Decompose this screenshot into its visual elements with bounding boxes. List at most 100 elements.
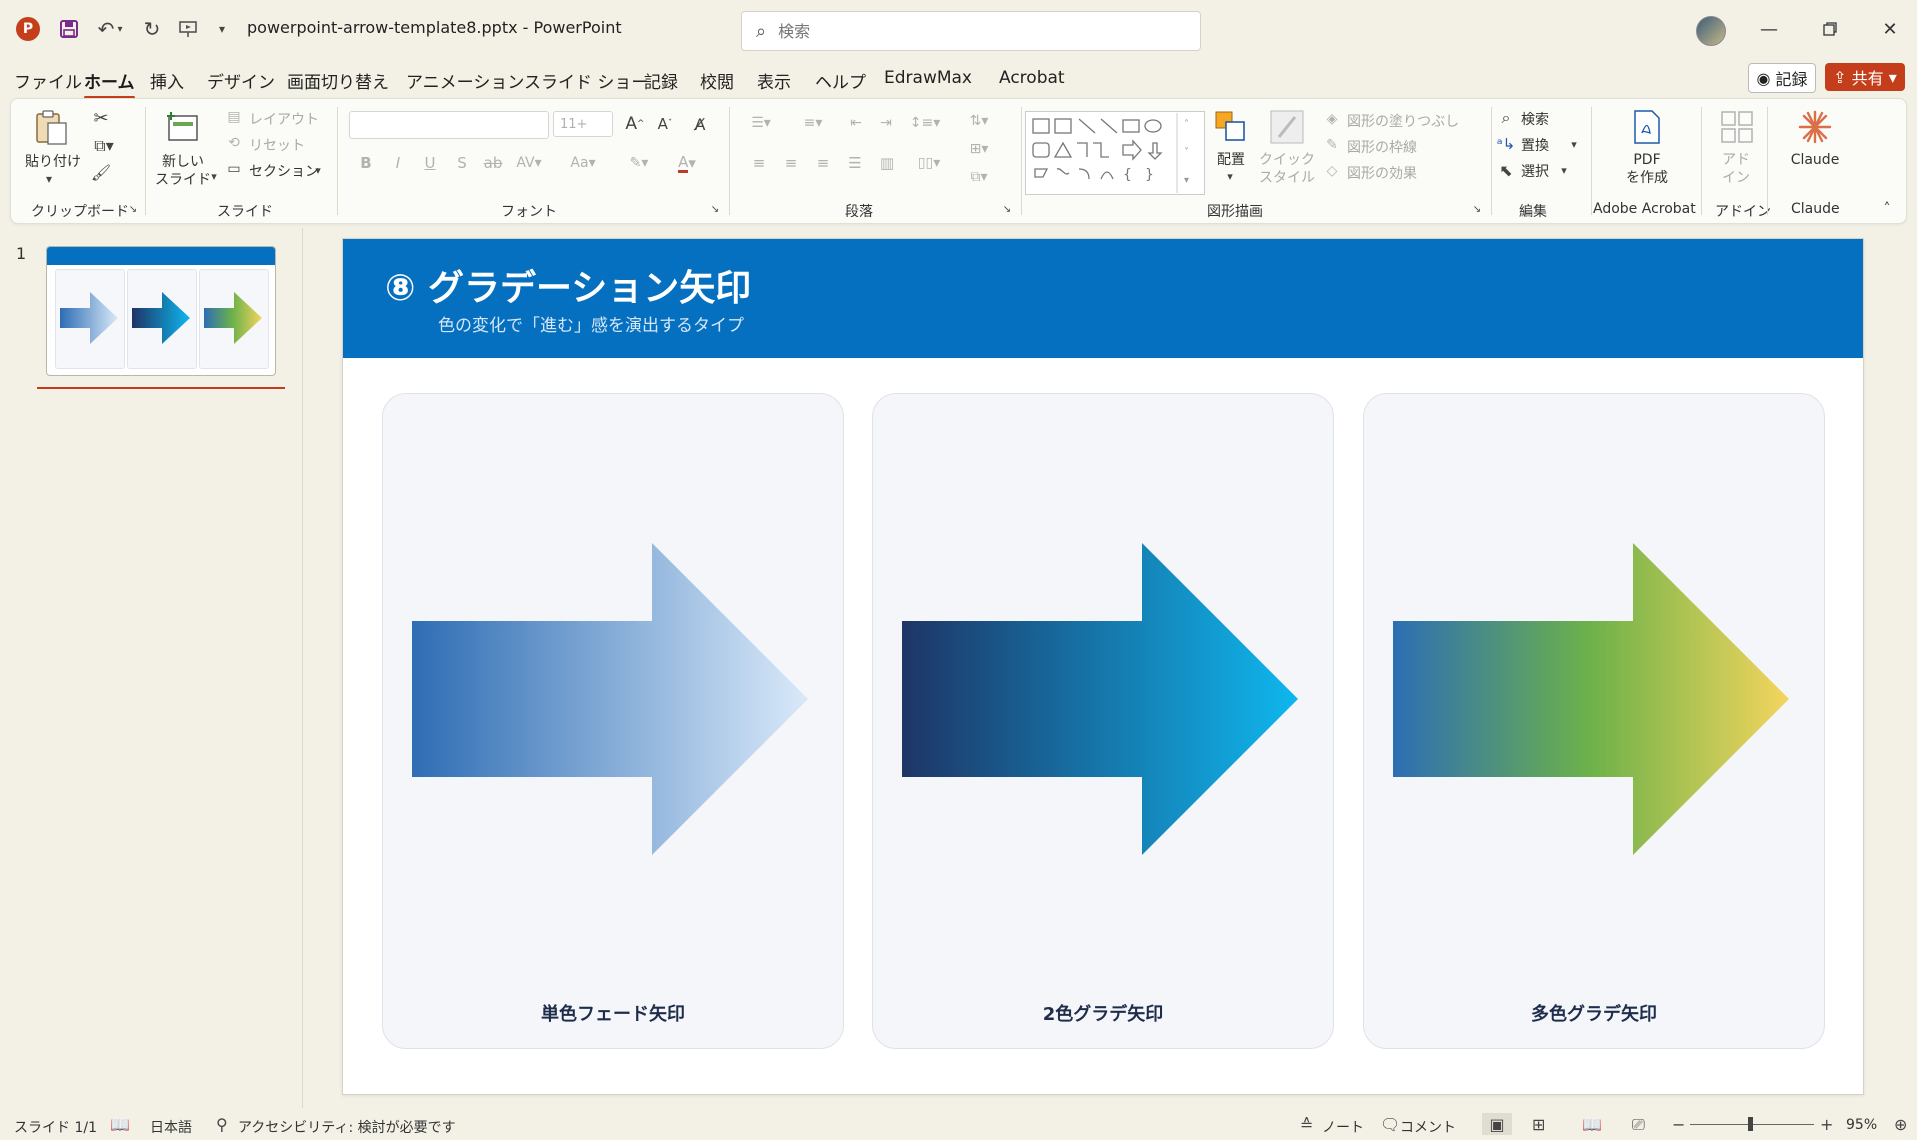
new-slide-dropdown-icon[interactable]: ▾ (207, 169, 221, 183)
slide-canvas[interactable]: ⑧ グラデーション矢印 色の変化で「進む」感を演出するタイプ 単色フェード矢印 … (342, 238, 1864, 1095)
slideshow-view-icon[interactable]: ⎚ (1632, 1115, 1645, 1135)
paste-button[interactable]: 貼り付け (25, 153, 81, 171)
accessibility-icon[interactable]: ⚲ (216, 1115, 228, 1134)
card-single-fade[interactable]: 単色フェード矢印 (382, 393, 844, 1049)
addins-button[interactable]: アド イン (1711, 151, 1761, 187)
avatar[interactable] (1696, 16, 1726, 46)
card-label[interactable]: 多色グラデ矢印 (1364, 1000, 1824, 1026)
replace-dropdown-icon[interactable]: ▾ (1567, 135, 1581, 153)
underline-icon[interactable]: U (419, 151, 441, 175)
columns-icon[interactable]: ▯▯▾ (909, 151, 949, 175)
dialog-launcher-icon[interactable]: ↘ (709, 203, 721, 215)
clear-format-icon[interactable]: A̸ (687, 111, 713, 137)
notes-icon[interactable]: ≙ (1300, 1115, 1313, 1134)
new-slide-button[interactable]: 新しい スライド (151, 153, 215, 189)
two-color-arrow[interactable] (902, 543, 1306, 855)
section-icon[interactable]: ▭ (223, 159, 245, 179)
increase-indent-icon[interactable]: ⇥ (873, 111, 899, 135)
shape-fill-button[interactable]: 図形の塗りつぶし (1347, 111, 1459, 131)
grow-font-icon[interactable]: A ^ (623, 111, 647, 137)
zoom-out-icon[interactable]: − (1672, 1115, 1685, 1134)
present-from-start-icon[interactable] (174, 15, 202, 43)
tab-transitions[interactable]: 画面切り替え (287, 68, 389, 93)
shape-effects-icon[interactable]: ◇ (1321, 161, 1343, 181)
comments-button[interactable]: コメント (1400, 1117, 1456, 1137)
zoom-level[interactable]: 95% (1846, 1117, 1877, 1133)
select-dropdown-icon[interactable]: ▾ (1557, 161, 1571, 179)
create-pdf-icon[interactable] (1627, 107, 1667, 147)
redo-icon[interactable]: ↻ (138, 15, 166, 43)
tab-record[interactable]: 記録 (644, 68, 678, 93)
line-spacing-icon[interactable]: ↕≡▾ (905, 111, 945, 135)
slide-counter[interactable]: スライド 1/1 (14, 1117, 97, 1137)
new-slide-icon[interactable] (163, 107, 203, 147)
record-button[interactable]: ◉ 記録 (1748, 63, 1816, 93)
character-spacing-icon[interactable]: AV▾ (511, 151, 547, 175)
slide-subtitle[interactable]: 色の変化で「進む」感を演出するタイプ (438, 311, 744, 336)
paste-dropdown-icon[interactable]: ▾ (39, 171, 59, 187)
notes-button[interactable]: ノート (1322, 1117, 1364, 1137)
find-button[interactable]: 検索 (1521, 109, 1549, 129)
minimize-icon[interactable]: — (1749, 14, 1789, 44)
language-status[interactable]: 日本語 (150, 1117, 192, 1137)
fit-to-window-icon[interactable]: ⊕ (1894, 1115, 1907, 1134)
customize-toolbar-icon[interactable]: ▾ (212, 15, 232, 43)
accessibility-status[interactable]: アクセシビリティ: 検討が必要です (238, 1117, 456, 1137)
justify-icon[interactable]: ☰ (843, 151, 867, 175)
addins-icon[interactable] (1717, 107, 1757, 147)
tab-acrobat[interactable]: Acrobat (999, 68, 1065, 88)
tab-animations[interactable]: アニメーション (406, 68, 524, 93)
card-multi-color[interactable]: 多色グラデ矢印 (1363, 393, 1825, 1049)
slide-title[interactable]: ⑧ グラデーション矢印 (385, 259, 751, 311)
comments-icon[interactable]: 🗨 (1380, 1115, 1400, 1134)
claude-button[interactable]: Claude (1785, 151, 1845, 169)
tab-edrawmax[interactable]: EdrawMax (884, 68, 972, 88)
align-center-icon[interactable]: ≡ (779, 151, 803, 175)
claude-icon[interactable] (1795, 107, 1835, 147)
smartart-icon[interactable]: ⧉▾ (959, 165, 999, 189)
quick-style-icon[interactable] (1267, 107, 1307, 147)
close-icon[interactable]: ✕ (1870, 14, 1910, 44)
card-two-color[interactable]: 2色グラデ矢印 (872, 393, 1334, 1049)
multi-color-arrow[interactable] (1393, 543, 1797, 855)
find-icon[interactable]: ⌕ (1495, 107, 1517, 129)
font-color-icon[interactable]: A ▾ (667, 151, 707, 175)
dialog-launcher-icon[interactable]: ↘ (1001, 203, 1013, 215)
reading-view-icon[interactable]: 📖 (1582, 1115, 1602, 1134)
normal-view-icon[interactable]: ▣ (1482, 1113, 1512, 1135)
layout-icon[interactable]: ▤ (223, 107, 245, 127)
tab-file[interactable]: ファイル (14, 68, 82, 93)
arrange-icon[interactable] (1211, 107, 1251, 147)
tab-slideshow[interactable]: スライド ショー (524, 68, 648, 93)
align-text-icon[interactable]: ⊞▾ (959, 137, 999, 161)
zoom-slider-handle[interactable] (1748, 1117, 1753, 1131)
shadow-icon[interactable]: S (451, 151, 473, 175)
tab-view[interactable]: 表示 (757, 68, 791, 93)
undo-dropdown-icon[interactable]: ▾ (113, 15, 127, 43)
cut-icon[interactable]: ✂ (89, 107, 113, 129)
font-name-combo[interactable] (349, 111, 549, 139)
align-left-icon[interactable]: ≡ (747, 151, 771, 175)
shape-outline-icon[interactable]: ✎ (1321, 135, 1343, 155)
shapes-gallery[interactable]: {} ˄ ˅ ▾ (1025, 111, 1205, 195)
select-icon[interactable]: ⬉ (1495, 159, 1517, 181)
bullets-icon[interactable]: ☰▾ (741, 111, 781, 135)
align-right-icon[interactable]: ≡ (811, 151, 835, 175)
replace-icon[interactable]: ᵃ↳ (1495, 133, 1517, 155)
bold-icon[interactable]: B (355, 151, 377, 175)
card-label[interactable]: 2色グラデ矢印 (873, 1000, 1333, 1026)
tab-design[interactable]: デザイン (207, 68, 275, 93)
save-icon[interactable] (55, 15, 83, 43)
quick-style-button[interactable]: クイック スタイル (1257, 151, 1317, 187)
create-pdf-button[interactable]: PDF を作成 (1611, 151, 1683, 187)
italic-icon[interactable]: I (387, 151, 409, 175)
restore-icon[interactable] (1810, 14, 1850, 44)
slide-sorter-icon[interactable]: ⊞ (1532, 1115, 1545, 1134)
strikethrough-icon[interactable]: ab (481, 151, 505, 175)
tab-insert[interactable]: 挿入 (150, 68, 184, 93)
zoom-in-icon[interactable]: + (1820, 1115, 1833, 1134)
card-label[interactable]: 単色フェード矢印 (383, 1000, 843, 1026)
dialog-launcher-icon[interactable]: ↘ (127, 203, 139, 215)
collapse-ribbon-icon[interactable]: ˄ (1879, 201, 1895, 217)
text-direction-icon[interactable]: ⇅▾ (959, 109, 999, 133)
